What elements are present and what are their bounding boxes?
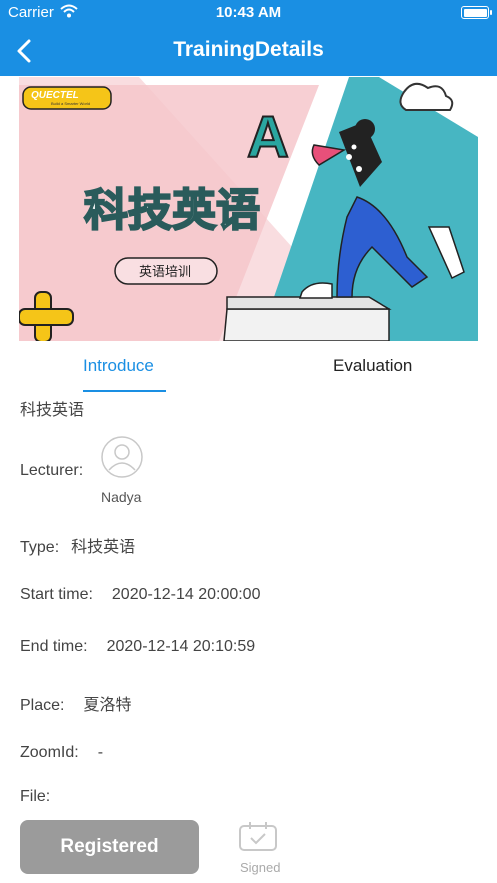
lecturer-avatar-icon[interactable] bbox=[101, 436, 143, 478]
file-label: File: bbox=[20, 788, 51, 805]
navigation-bar: TrainingDetails bbox=[0, 26, 497, 76]
zoom-row: ZoomId: - bbox=[20, 744, 103, 762]
page-title: TrainingDetails bbox=[173, 38, 324, 61]
signed-calendar-icon[interactable] bbox=[238, 820, 278, 854]
type-value: 科技英语 bbox=[71, 539, 136, 556]
lecturer-name: Nadya bbox=[101, 489, 142, 505]
svg-text:A: A bbox=[247, 105, 289, 170]
zoom-label: ZoomId: bbox=[20, 744, 79, 761]
place-row: Place: 夏洛特 bbox=[20, 691, 131, 715]
tab-bar: Introduce Evaluation bbox=[0, 348, 497, 394]
tab-introduce[interactable]: Introduce bbox=[83, 356, 154, 376]
place-label: Place: bbox=[20, 697, 65, 714]
start-time-value: 2020-12-14 20:00:00 bbox=[111, 586, 261, 603]
type-row: Type: 科技英语 bbox=[20, 533, 135, 557]
end-time-label: End time: bbox=[20, 638, 88, 655]
zoom-value: - bbox=[97, 744, 104, 761]
lecturer-label: Lecturer: bbox=[20, 462, 84, 479]
battery-icon bbox=[461, 6, 492, 19]
end-time-row: End time: 2020-12-14 20:10:59 bbox=[20, 638, 255, 656]
start-time-row: Start time: 2020-12-14 20:00:00 bbox=[20, 586, 260, 604]
svg-text:Build a Smarter World: Build a Smarter World bbox=[51, 101, 90, 106]
signed-label: Signed bbox=[240, 860, 281, 875]
end-time-value: 2020-12-14 20:10:59 bbox=[106, 638, 256, 655]
active-tab-indicator bbox=[83, 390, 166, 392]
svg-text:英语培训: 英语培训 bbox=[139, 264, 191, 280]
type-label: Type: bbox=[20, 539, 60, 556]
course-banner-image: QUECTEL Build a Smarter World A 科技英语 英语培… bbox=[19, 77, 478, 341]
svg-text:QUECTEL: QUECTEL bbox=[31, 90, 79, 101]
start-time-label: Start time: bbox=[20, 586, 93, 603]
clock: 10:43 AM bbox=[215, 4, 282, 21]
quectel-logo: QUECTEL Build a Smarter World bbox=[22, 86, 112, 110]
svg-text:科技英语: 科技英语 bbox=[84, 185, 260, 236]
registered-button[interactable]: Registered bbox=[20, 820, 199, 874]
tab-evaluation[interactable]: Evaluation bbox=[333, 356, 412, 376]
place-value: 夏洛特 bbox=[83, 697, 132, 714]
status-bar: Carrier 10:43 AM bbox=[0, 0, 497, 26]
course-name: 科技英语 bbox=[20, 402, 85, 419]
